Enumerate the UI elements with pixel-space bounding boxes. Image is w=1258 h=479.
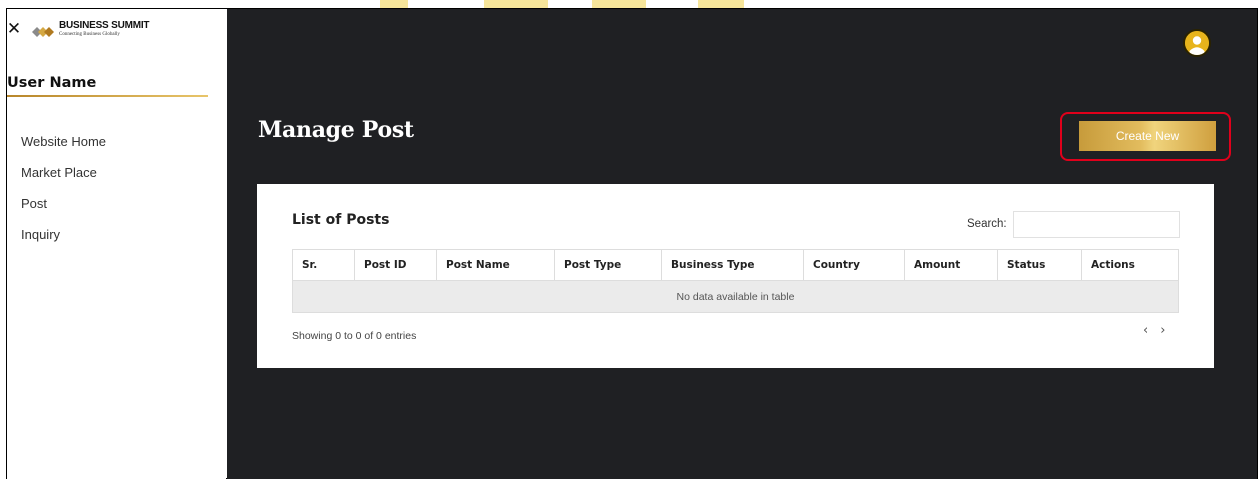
user-avatar-icon[interactable] [1183,29,1211,57]
previous-page-icon[interactable]: ‹ [1143,323,1148,338]
top-decorative-stripe [380,0,860,8]
posts-card: List of Posts Search: Sr. Post ID Post N… [257,184,1214,368]
column-header-post-type[interactable]: Post Type [554,249,662,281]
table-info: Showing 0 to 0 of 0 entries [292,330,417,342]
column-header-status[interactable]: Status [997,249,1082,281]
column-header-post-name[interactable]: Post Name [436,249,555,281]
logo-row: ✕ BUSINESS SUMMIT Connecting Business Gl… [6,18,150,40]
brand-logo-icon [32,23,54,37]
column-header-country[interactable]: Country [803,249,905,281]
column-header-actions[interactable]: Actions [1081,249,1179,281]
pagination: ‹ › [1143,323,1165,338]
sidebar-menu: Website Home Market Place Post Inquiry [21,126,106,250]
search-input[interactable] [1013,211,1180,238]
create-new-button[interactable]: Create New [1079,121,1216,151]
brand-tagline: Connecting Business Globally [59,32,120,37]
user-name-underline [7,95,208,97]
column-header-sr[interactable]: Sr. [292,249,355,281]
sidebar-item-post[interactable]: Post [21,188,106,219]
column-header-post-id[interactable]: Post ID [354,249,437,281]
sidebar-item-inquiry[interactable]: Inquiry [21,219,106,250]
page-title: Manage Post [258,117,414,143]
table-header-row: Sr. Post ID Post Name Post Type Business… [292,249,1179,281]
column-header-business-type[interactable]: Business Type [661,249,804,281]
user-name: User Name [7,75,97,91]
column-header-amount[interactable]: Amount [904,249,998,281]
search-label: Search: [967,218,1007,230]
brand-text: BUSINESS SUMMIT Connecting Business Glob… [59,20,150,38]
close-icon[interactable]: ✕ [6,19,22,39]
main-content: Manage Post Create New List of Posts Sea… [227,9,1257,479]
table-row: No data available in table [292,280,1179,313]
next-page-icon[interactable]: › [1160,323,1165,338]
sidebar-item-website-home[interactable]: Website Home [21,126,106,157]
brand-title: BUSINESS SUMMIT [59,20,150,31]
posts-table: Sr. Post ID Post Name Post Type Business… [292,249,1179,313]
sidebar-item-market-place[interactable]: Market Place [21,157,106,188]
empty-table-message: No data available in table [292,280,1179,313]
list-title: List of Posts [292,212,390,228]
